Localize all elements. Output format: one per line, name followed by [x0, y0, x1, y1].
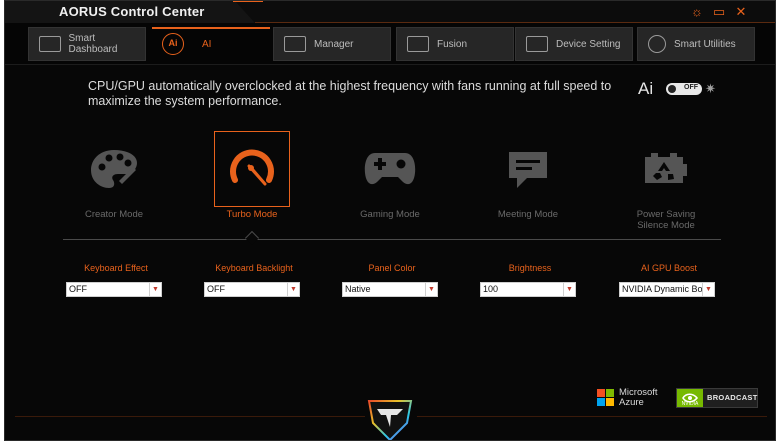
ai-description: CPU/GPU automatically overclocked at the… [88, 79, 612, 108]
setting-label: AI GPU Boost [640, 263, 698, 273]
setting-label: Panel Color [368, 263, 416, 273]
keyboard-manager-icon [284, 36, 306, 52]
azure-text: Azure [619, 397, 644, 408]
mode-gaming[interactable]: Gaming Mode [335, 131, 445, 220]
app-window: AORUS Control Center ☼ ▭ ✕ Smart Dashboa… [4, 0, 776, 441]
mode-label: Creator Mode [84, 209, 144, 220]
ai-settings-gear-icon[interactable]: ✷ [705, 81, 716, 97]
tab-smart-utilities[interactable]: Smart Utilities [637, 27, 755, 61]
mode-power-saving[interactable]: Power Saving Silence Mode [611, 131, 721, 231]
chevron-down-icon: ▼ [425, 283, 437, 296]
mode-turbo[interactable]: Turbo Mode [197, 131, 307, 220]
setting-keyboard-effect: Keyboard Effect OFF ▼ [66, 263, 166, 297]
toggle-knob [668, 85, 676, 93]
chat-icon [490, 131, 566, 207]
chevron-down-icon: ▼ [563, 283, 575, 296]
keyboard-backlight-select[interactable]: OFF ▼ [204, 282, 300, 297]
ai-icon: Ai [162, 33, 184, 55]
select-value: NVIDIA Dynamic Boost [622, 284, 715, 294]
select-value: OFF [207, 284, 225, 294]
mode-creator[interactable]: Creator Mode [59, 131, 169, 220]
tab-device-setting[interactable]: Device Setting [515, 27, 633, 61]
title-bar: AORUS Control Center ☼ ▭ ✕ [5, 1, 775, 23]
microsoft-azure-text: Microsoft Azure [619, 388, 658, 408]
tab-label: Device Setting [556, 38, 621, 50]
tab-manager[interactable]: Manager [273, 27, 391, 61]
panel-color-select[interactable]: Native ▼ [342, 282, 438, 297]
settings-gear-icon[interactable]: ☼ [689, 4, 705, 20]
mode-meeting[interactable]: Meeting Mode [473, 131, 583, 220]
tab-smart-dashboard[interactable]: Smart Dashboard [28, 27, 146, 61]
mode-label: Turbo Mode [226, 209, 278, 220]
setting-ai-gpu-boost: AI GPU Boost NVIDIA Dynamic Boost ▼ [619, 263, 719, 297]
ai-logo: Ai [638, 79, 654, 98]
setting-label: Keyboard Effect [84, 263, 148, 273]
restore-icon[interactable]: ▭ [711, 4, 727, 20]
battery-recycle-icon [628, 131, 704, 207]
tab-label: AI [202, 38, 212, 50]
nvidia-broadcast-text: BROADCAST [707, 393, 758, 402]
laptop-icon [526, 36, 548, 52]
bottom-accent-left [15, 416, 365, 417]
bottom-accent-right [417, 416, 767, 417]
palette-icon [76, 131, 152, 207]
tab-label: Manager [314, 38, 354, 50]
setting-keyboard-backlight: Keyboard Backlight OFF ▼ [204, 263, 304, 297]
gamepad-icon [352, 131, 428, 207]
mode-divider [63, 239, 721, 240]
nvidia-logo-icon: NVIDIA [677, 389, 703, 407]
tab-label: Fusion [437, 38, 468, 50]
chevron-down-icon: ▼ [702, 283, 714, 296]
chevron-down-icon: ▼ [287, 283, 299, 296]
close-icon[interactable]: ✕ [733, 4, 749, 20]
ai-gpu-boost-select[interactable]: NVIDIA Dynamic Boost ▼ [619, 282, 715, 297]
app-title: AORUS Control Center [59, 4, 205, 19]
mode-label: Gaming Mode [360, 209, 420, 220]
tab-label: Smart Dashboard [68, 33, 118, 55]
setting-label: Brightness [508, 263, 552, 273]
tab-ai[interactable]: Ai AI [151, 27, 270, 61]
utilities-icon [648, 35, 666, 53]
title-accent [233, 1, 263, 23]
tab-fusion[interactable]: Fusion [396, 27, 514, 61]
setting-brightness: Brightness 100 ▼ [480, 263, 580, 297]
select-value: Native [345, 284, 371, 294]
setting-panel-color: Panel Color Native ▼ [342, 263, 442, 297]
select-value: OFF [69, 284, 87, 294]
main-nav: Smart Dashboard Ai AI Manager Fusion Dev… [5, 23, 775, 65]
speedometer-icon [214, 131, 290, 207]
toggle-label: OFF [684, 84, 698, 91]
active-mode-pointer [244, 230, 260, 246]
aorus-eagle-logo-icon [365, 395, 415, 440]
chevron-down-icon: ▼ [149, 283, 161, 296]
nvidia-broadcast-badge: NVIDIA BROADCAST [676, 388, 758, 408]
ai-toggle[interactable]: OFF [666, 83, 702, 95]
mode-label: Meeting Mode [497, 209, 559, 220]
select-value: 100 [483, 284, 499, 294]
tab-label: Smart Utilities [674, 38, 736, 50]
dashboard-icon [39, 36, 61, 52]
microsoft-logo-icon [597, 389, 614, 406]
keyboard-effect-select[interactable]: OFF ▼ [66, 282, 162, 297]
keyboard-fusion-icon [407, 36, 429, 52]
setting-label: Keyboard Backlight [215, 263, 293, 273]
brightness-select[interactable]: 100 ▼ [480, 282, 576, 297]
mode-label: Power Saving Silence Mode [636, 209, 696, 231]
